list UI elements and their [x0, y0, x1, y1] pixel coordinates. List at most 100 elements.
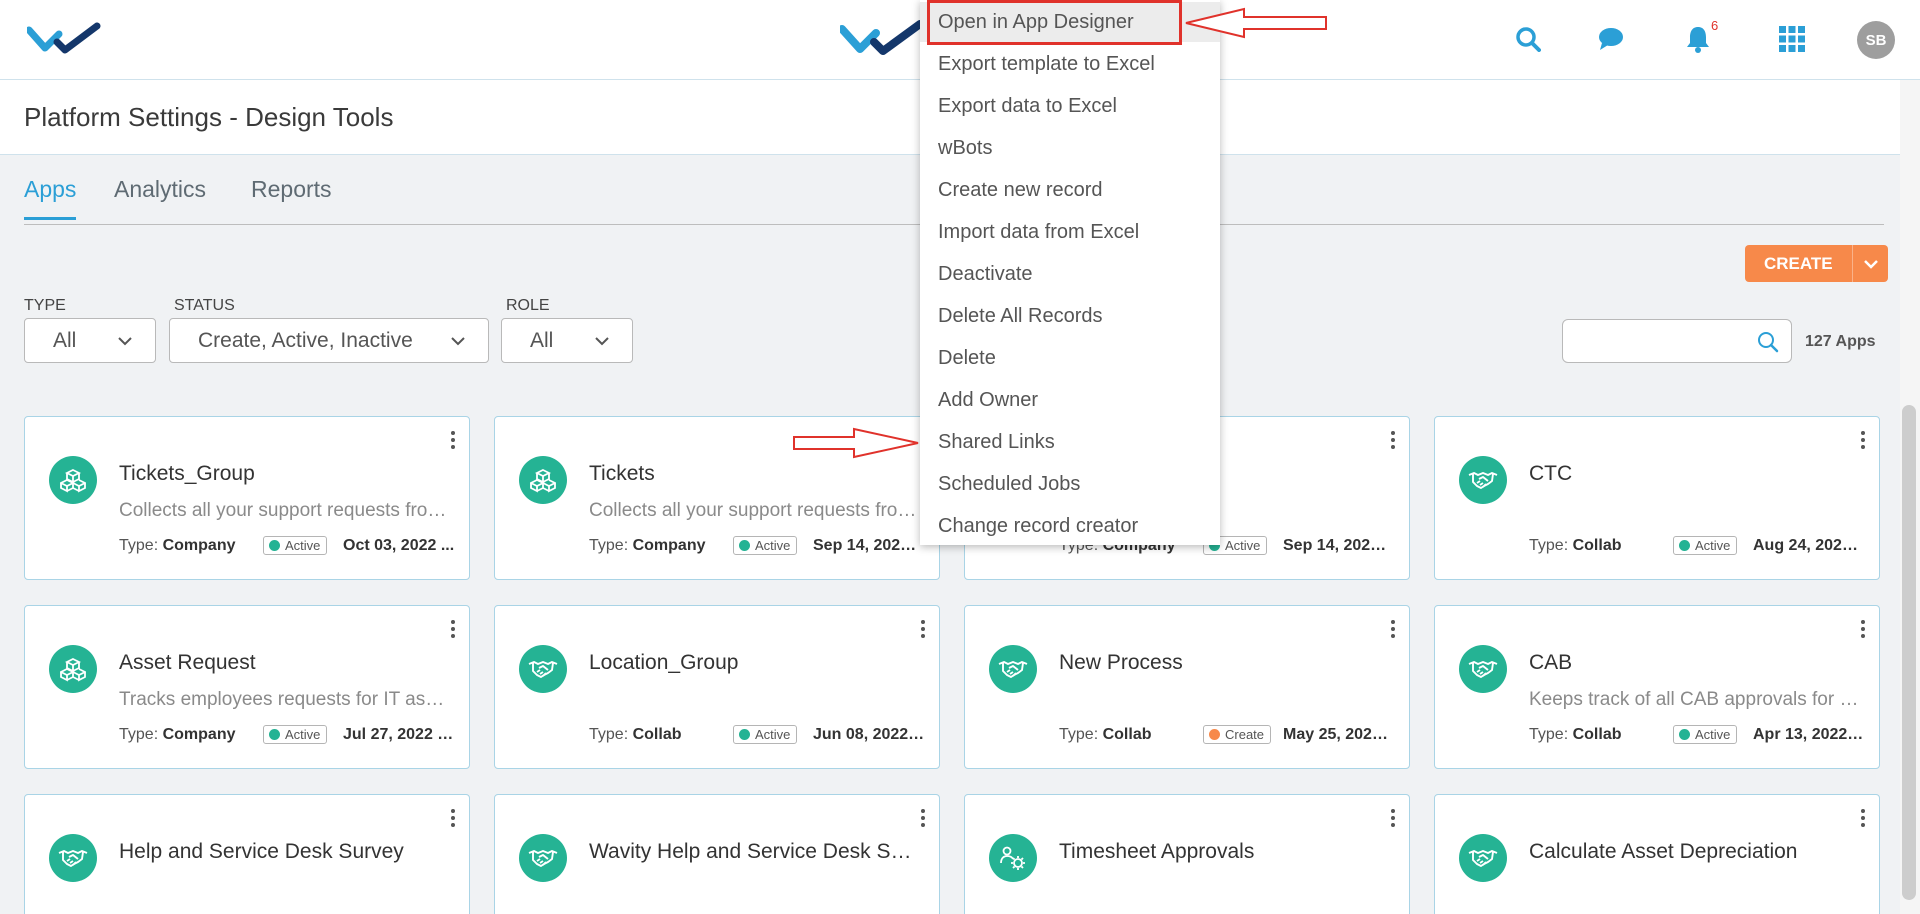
app-card-type-value: Collab — [1572, 537, 1622, 554]
search-input[interactable] — [1573, 320, 1753, 360]
kebab-menu-icon[interactable] — [1857, 431, 1869, 453]
kebab-menu-icon[interactable] — [917, 809, 929, 831]
context-menu-item[interactable]: Scheduled Jobs — [920, 464, 1220, 504]
app-card-date: Oct 03, 2022 ... — [343, 537, 455, 554]
context-menu-item[interactable]: wBots — [920, 128, 1220, 168]
search-box — [1562, 319, 1792, 363]
app-card[interactable]: Location_Group Type: Collab Active Jun 0… — [494, 605, 940, 769]
search-icon[interactable] — [1757, 331, 1779, 353]
chevron-down-icon[interactable] — [1853, 259, 1888, 269]
kebab-menu-icon[interactable] — [1857, 620, 1869, 642]
center-logo — [840, 20, 920, 55]
app-card-type: Type: Company — [119, 537, 236, 555]
status-badge: Active — [1673, 725, 1738, 744]
type-filter-label: TYPE — [24, 297, 66, 314]
notification-count: 6 — [1711, 18, 1719, 33]
annotation-arrow-icon — [1185, 7, 1327, 39]
role-filter-value: All — [530, 328, 554, 352]
context-menu-item[interactable]: Create new record — [920, 170, 1220, 210]
avatar[interactable]: SB — [1857, 21, 1895, 59]
handshake-icon — [1459, 834, 1507, 882]
kebab-menu-icon[interactable] — [1387, 620, 1399, 642]
apps-grid-icon[interactable] — [1777, 24, 1807, 54]
company-logo[interactable] — [27, 22, 101, 54]
kebab-menu-icon[interactable] — [1387, 809, 1399, 831]
app-card[interactable]: CTC Type: Collab Active Aug 24, 2022 02:… — [1434, 416, 1880, 580]
status-badge: Active — [263, 536, 328, 555]
type-label: Type: — [589, 726, 629, 743]
app-card-name[interactable]: New Process — [1059, 651, 1183, 675]
app-card-name[interactable]: CTC — [1529, 462, 1572, 486]
app-card-name[interactable]: Asset Request — [119, 651, 256, 675]
app-card-name[interactable]: Location_Group — [589, 651, 738, 675]
kebab-menu-icon[interactable] — [1857, 809, 1869, 831]
handshake-icon — [1459, 645, 1507, 693]
app-card[interactable]: Timesheet Approvals — [964, 794, 1410, 914]
context-menu-item[interactable]: Delete All Records — [920, 296, 1220, 336]
cubes-icon — [49, 645, 97, 693]
app-card-type: Type: Collab — [1059, 726, 1151, 744]
context-menu-item[interactable]: Export template to Excel — [920, 44, 1220, 84]
role-filter-select[interactable]: All — [501, 318, 633, 363]
type-filter-select[interactable]: All — [24, 318, 156, 363]
kebab-menu-icon[interactable] — [917, 620, 929, 642]
chevron-down-icon — [595, 336, 609, 345]
tab-analytics[interactable]: Analytics — [114, 176, 206, 217]
app-card[interactable]: Wavity Help and Service Desk Survey — [494, 794, 940, 914]
app-card[interactable]: CAB Keeps track of all CAB approvals for … — [1434, 605, 1880, 769]
status-badge-label: Active — [1695, 538, 1731, 553]
app-card[interactable]: New Process Type: Collab Create May 25, … — [964, 605, 1410, 769]
context-menu-item[interactable]: Deactivate — [920, 254, 1220, 294]
app-card-type: Type: Collab — [1529, 537, 1621, 555]
app-card[interactable]: Tickets_Group Collects all your support r… — [24, 416, 470, 580]
kebab-menu-icon[interactable] — [447, 431, 459, 453]
handshake-icon — [989, 645, 1037, 693]
context-menu-item[interactable]: Export data to Excel — [920, 86, 1220, 126]
app-card-name[interactable]: Help and Service Desk Survey — [119, 840, 404, 864]
app-card-type-value: Collab — [1572, 726, 1622, 743]
context-menu-item[interactable]: Change record creator — [920, 506, 1220, 546]
tab-apps[interactable]: Apps — [24, 176, 77, 220]
app-card-date: Jun 08, 2022 12:... — [813, 726, 925, 743]
context-menu-item[interactable]: Add Owner — [920, 380, 1220, 420]
cubes-icon — [49, 456, 97, 504]
app-card-name[interactable]: Wavity Help and Service Desk Survey — [589, 840, 919, 864]
status-badge-label: Active — [285, 538, 321, 553]
create-button[interactable]: CREATE — [1745, 245, 1888, 282]
context-menu: Open in App Designer Export template to E… — [920, 0, 1220, 545]
app-card-name[interactable]: Tickets_Group — [119, 462, 255, 486]
app-card-type: Type: Collab — [589, 726, 681, 744]
status-badge: Active — [1673, 536, 1738, 555]
app-card-name[interactable]: CAB — [1529, 651, 1572, 675]
app-card-date: Aug 24, 2022 02:... — [1753, 537, 1865, 554]
status-filter-value: Create, Active, Inactive — [198, 328, 413, 352]
context-menu-item[interactable]: Shared Links — [920, 422, 1220, 462]
app-card-name[interactable]: Timesheet Approvals — [1059, 840, 1254, 864]
app-card[interactable]: Help and Service Desk Survey — [24, 794, 470, 914]
people-gear-icon — [989, 834, 1037, 882]
status-filter-select[interactable]: Create, Active, Inactive — [169, 318, 489, 363]
app-card-type-value: Collab — [1102, 726, 1152, 743]
scrollbar-thumb[interactable] — [1902, 405, 1916, 900]
handshake-icon — [49, 834, 97, 882]
app-card-name[interactable]: Tickets — [589, 462, 655, 486]
context-menu-item[interactable]: Delete — [920, 338, 1220, 378]
kebab-menu-icon[interactable] — [1387, 431, 1399, 453]
bell-icon[interactable] — [1683, 24, 1713, 54]
type-filter-value: All — [53, 328, 77, 352]
status-badge-label: Active — [755, 727, 791, 742]
context-menu-item[interactable]: Import data from Excel — [920, 212, 1220, 252]
kebab-menu-icon[interactable] — [447, 620, 459, 642]
tab-reports[interactable]: Reports — [251, 176, 332, 217]
chat-icon[interactable] — [1596, 24, 1626, 54]
app-card-description: Tracks employees requests for IT assets — [119, 689, 449, 710]
status-dot — [1679, 540, 1690, 551]
app-card-name[interactable]: Calculate Asset Depreciation — [1529, 840, 1797, 864]
status-badge: Active — [263, 725, 328, 744]
search-icon[interactable] — [1513, 24, 1543, 54]
kebab-menu-icon[interactable] — [447, 809, 459, 831]
app-card-date: Jul 27, 2022 0... — [343, 726, 455, 743]
app-card[interactable]: Asset Request Tracks employees requests f… — [24, 605, 470, 769]
app-card[interactable]: Calculate Asset Depreciation — [1434, 794, 1880, 914]
status-dot — [739, 540, 750, 551]
